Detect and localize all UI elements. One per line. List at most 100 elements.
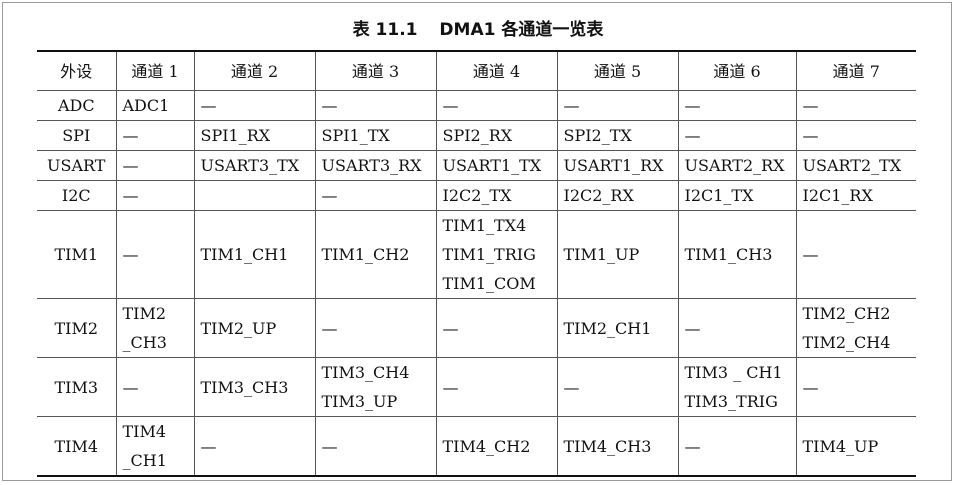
table-cell: TIM2 _CH3 [115, 298, 195, 358]
table-cell: — [435, 298, 558, 358]
table-cell: USART1_RX [556, 150, 679, 181]
cell-line: — [802, 126, 819, 145]
column-header: 通道 4 [435, 50, 558, 91]
cell-line: SPI1_RX [200, 126, 271, 145]
table-cell: TIM4 _CH1 [115, 416, 195, 477]
cell-line: — [563, 377, 580, 397]
cell-line: USART3_TX [200, 156, 300, 175]
table-number: 表 11.1 [352, 20, 418, 40]
table-cell: USART2_RX [677, 150, 797, 181]
table-cell: TIM1_UP [556, 210, 679, 299]
cell-line: TIM2_CH2 [802, 304, 891, 323]
table-cell [193, 180, 316, 211]
table-cell: USART2_TX [795, 150, 916, 181]
cell-line: USART2_RX [684, 156, 785, 175]
peripheral-name: TIM4 [37, 416, 117, 477]
cell-line: TIM1_CH2 [321, 245, 410, 264]
peripheral-name: SPI [37, 120, 117, 151]
table-cell: — [115, 210, 195, 299]
cell-line: TIM2_CH1 [563, 318, 652, 338]
column-header: 通道 2 [193, 50, 316, 91]
table-cell: — [115, 180, 195, 211]
cell-line: SPI1_TX [321, 126, 390, 145]
table-cell: — [556, 357, 679, 417]
table-cell: TIM2_CH2 TIM2_CH4 [795, 298, 916, 358]
cell-line: TIM1_TX4 [442, 216, 527, 235]
cell-line: I2C1_TX [684, 186, 754, 205]
cell-line: TIM2_UP [200, 318, 277, 338]
table-cell: I2C1_TX [677, 180, 797, 211]
cell-line: TIM3_UP [321, 392, 398, 411]
cell-line: — [321, 318, 338, 338]
table-cell: TIM1_TX4 TIM1_TRIG TIM1_COM [435, 210, 558, 299]
table-cell: — [795, 210, 916, 299]
table-cell: — [115, 357, 195, 417]
table-cell: I2C2_RX [556, 180, 679, 211]
table-cell: — [677, 416, 797, 477]
cell-line: — [802, 245, 819, 264]
table-cell: SPI2_TX [556, 120, 679, 151]
table-row: TIM3— TIM3_CH3 TIM3_CH4 TIM3_UP — — TIM3 _ CH1… [37, 357, 916, 417]
table-cell: TIM1_CH3 [677, 210, 797, 299]
table-cell: TIM1_CH2 [314, 210, 437, 299]
cell-line: — [122, 377, 139, 397]
table-row: SPI — SPI1_RX SPI1_TX SPI2_RX SPI2_TX — — [37, 120, 916, 151]
table-cell: USART1_TX [435, 150, 558, 181]
cell-line: USART2_TX [802, 156, 902, 175]
column-header: 通道 7 [795, 50, 916, 91]
table-cell: — [795, 120, 916, 151]
cell-line: — [563, 96, 580, 115]
cell-line: TIM1_COM [442, 274, 536, 293]
table-cell: — [677, 120, 797, 151]
column-header: 通道 3 [314, 50, 437, 91]
column-header: 通道 6 [677, 50, 797, 91]
table-cell: — [677, 90, 797, 121]
column-header: 通道 5 [556, 50, 679, 91]
cell-line: TIM4 [122, 422, 167, 441]
table-cell: — [314, 180, 437, 211]
cell-line: TIM2 [122, 304, 167, 323]
cell-line: TIM1_UP [563, 245, 640, 264]
table-cell: TIM4_UP [795, 416, 916, 477]
cell-line: — [684, 96, 701, 115]
cell-line: SPI2_RX [442, 126, 513, 145]
table-cell: — [795, 357, 916, 417]
table-cell: ADC1 [115, 90, 195, 121]
table-cell: TIM3 _ CH1 TIM3_TRIG [677, 357, 797, 417]
cell-line: — [684, 436, 701, 456]
cell-line: ADC1 [122, 96, 170, 115]
table-cell: SPI1_TX [314, 120, 437, 151]
peripheral-name: TIM1 [37, 210, 117, 299]
table-cell: — [677, 298, 797, 358]
column-header: 通道 1 [115, 50, 195, 91]
cell-line: — [321, 96, 338, 115]
table-cell: TIM4_CH3 [556, 416, 679, 477]
table-cell: — [314, 90, 437, 121]
table-cell: TIM1_CH1 [193, 210, 316, 299]
table-title: DMA1 各通道一览表 [439, 20, 604, 40]
cell-line: I2C1_RX [802, 186, 873, 205]
table-cell: — [115, 150, 195, 181]
cell-line: TIM3_CH3 [200, 377, 289, 397]
table-row: TIM1— TIM1_CH1 TIM1_CH2 TIM1_TX4 TIM1_TRIG TI… [37, 210, 916, 299]
table-cell: USART3_RX [314, 150, 437, 181]
cell-line: — [442, 96, 459, 115]
cell-line: _CH3 [122, 333, 167, 352]
peripheral-name: I2C [37, 180, 117, 211]
table-cell: — [556, 90, 679, 121]
cell-line: — [684, 318, 701, 338]
table-row: TIM2 TIM2 _CH3 TIM2_UP — — TIM2_CH1— TIM2_CH2 TI… [37, 298, 916, 358]
table-cell: TIM4_CH2 [435, 416, 558, 477]
peripheral-name: TIM2 [37, 298, 117, 358]
cell-line: — [321, 186, 338, 205]
table-row: ADC ADC1 — — — — — — [37, 90, 916, 121]
table-cell: SPI1_RX [193, 120, 316, 151]
peripheral-name: ADC [37, 90, 117, 121]
table-row: USART — USART3_TX USART3_RX USART1_TX USART1_… [37, 150, 916, 181]
column-header: 外设 [37, 50, 117, 91]
cell-line: USART1_RX [563, 156, 664, 175]
table-cell: TIM3_CH4 TIM3_UP [314, 357, 437, 417]
cell-line: USART1_TX [442, 156, 542, 175]
peripheral-name: TIM3 [37, 357, 117, 417]
table-caption: 表 11.1 DMA1 各通道一览表 [0, 16, 956, 44]
